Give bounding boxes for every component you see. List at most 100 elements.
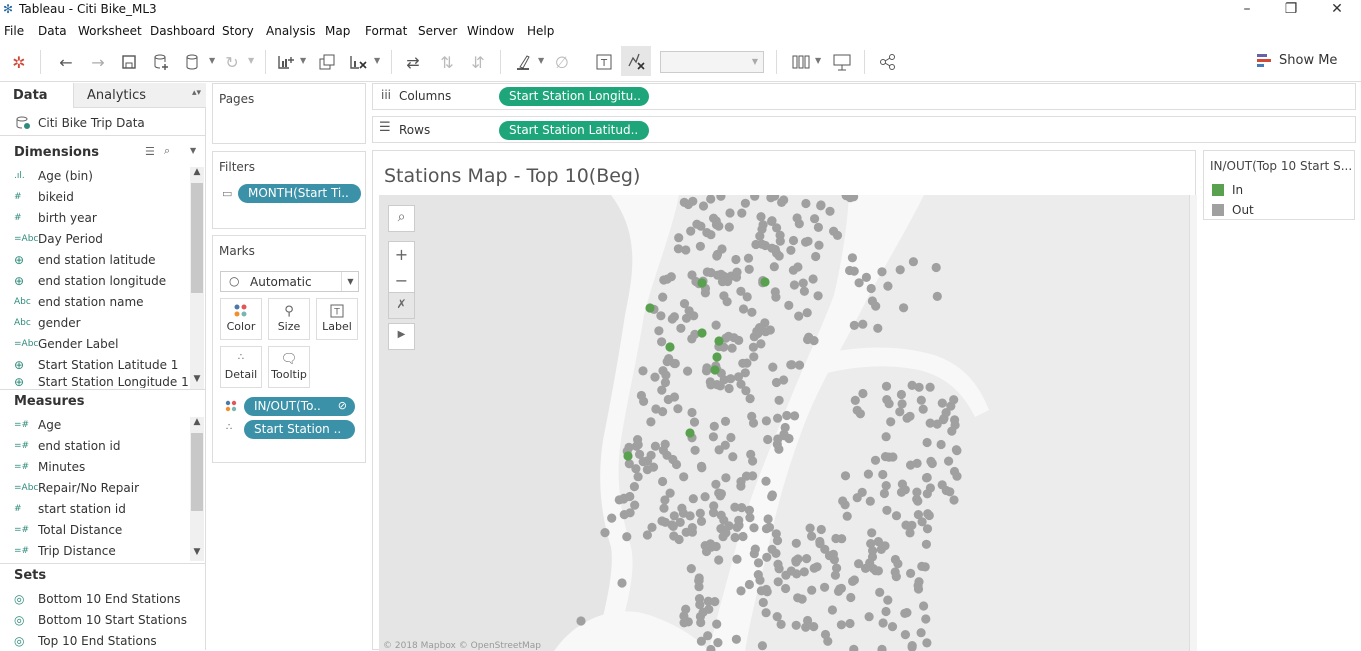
station-mark[interactable]	[809, 563, 819, 573]
station-mark[interactable]	[696, 516, 707, 526]
station-mark[interactable]	[852, 405, 862, 415]
zoom-in-button[interactable]: +	[389, 242, 414, 269]
station-mark[interactable]	[760, 277, 770, 287]
station-mark[interactable]	[830, 570, 840, 580]
station-mark[interactable]	[743, 253, 754, 263]
station-mark[interactable]	[689, 417, 700, 427]
station-mark[interactable]	[945, 487, 955, 497]
station-mark[interactable]	[688, 196, 698, 206]
station-mark[interactable]	[772, 612, 782, 622]
station-mark[interactable]	[658, 292, 668, 302]
station-mark[interactable]	[660, 439, 670, 449]
station-mark[interactable]	[687, 407, 697, 418]
station-mark[interactable]	[767, 216, 777, 226]
station-mark[interactable]	[871, 566, 881, 576]
menu-server[interactable]: Server	[418, 24, 457, 38]
station-mark[interactable]	[710, 365, 720, 375]
station-mark[interactable]	[947, 426, 957, 436]
station-mark[interactable]	[906, 460, 916, 470]
station-mark[interactable]	[658, 476, 668, 487]
station-mark[interactable]	[916, 395, 926, 405]
station-mark[interactable]	[836, 620, 846, 630]
station-mark[interactable]	[753, 558, 764, 568]
station-mark[interactable]	[662, 357, 672, 367]
menu-window[interactable]: Window	[467, 24, 514, 38]
station-mark[interactable]	[736, 481, 746, 491]
station-mark[interactable]	[832, 230, 843, 240]
station-mark[interactable]	[860, 563, 871, 573]
station-mark[interactable]	[719, 291, 729, 301]
marks-pill-inout[interactable]: IN/OUT(To.. ⊘	[244, 397, 355, 416]
station-mark[interactable]	[711, 320, 721, 330]
station-mark[interactable]	[878, 618, 888, 628]
station-mark[interactable]	[788, 235, 799, 246]
station-mark[interactable]	[890, 554, 900, 565]
station-mark[interactable]	[791, 556, 801, 566]
station-mark[interactable]	[685, 428, 695, 438]
station-mark[interactable]	[764, 522, 775, 532]
station-mark[interactable]	[716, 510, 726, 520]
fit-dropdown[interactable]: ▼	[660, 51, 764, 73]
station-mark[interactable]	[771, 529, 781, 539]
station-mark[interactable]	[714, 555, 724, 565]
station-mark[interactable]	[660, 377, 670, 388]
show-me-button[interactable]: Show Me	[1279, 53, 1337, 68]
station-mark[interactable]	[697, 328, 707, 338]
station-mark[interactable]	[706, 542, 716, 552]
station-mark[interactable]	[747, 307, 757, 317]
color-legend[interactable]: IN/OUT(Top 10 Start S... In Out	[1203, 150, 1355, 220]
station-mark[interactable]	[763, 514, 773, 524]
station-mark[interactable]	[679, 618, 689, 628]
filters-card[interactable]: Filters ▭ MONTH(Start Ti..	[212, 151, 366, 229]
station-mark[interactable]	[919, 601, 929, 611]
station-mark[interactable]	[673, 244, 683, 254]
station-mark[interactable]	[720, 416, 731, 426]
station-mark[interactable]	[867, 552, 878, 562]
station-mark[interactable]	[761, 416, 771, 426]
station-mark[interactable]	[646, 417, 656, 427]
station-mark[interactable]	[926, 456, 936, 466]
station-mark[interactable]	[809, 336, 819, 346]
station-mark[interactable]	[798, 278, 808, 288]
station-mark[interactable]	[845, 618, 855, 629]
station-mark[interactable]	[906, 568, 916, 578]
station-mark[interactable]	[683, 366, 693, 376]
station-mark[interactable]	[724, 222, 734, 232]
map-toolbar-expand-icon[interactable]: ▶	[388, 323, 415, 350]
station-mark[interactable]	[808, 274, 818, 284]
marks-color-button[interactable]: Color	[220, 298, 262, 340]
station-mark[interactable]	[767, 491, 777, 502]
station-mark[interactable]	[732, 267, 742, 277]
station-mark[interactable]	[650, 372, 660, 382]
legend-item-in[interactable]: In	[1212, 183, 1243, 197]
station-mark[interactable]	[782, 410, 792, 421]
station-mark[interactable]	[791, 538, 801, 548]
station-mark[interactable]	[769, 262, 779, 272]
station-mark[interactable]	[706, 268, 716, 278]
station-mark[interactable]	[802, 308, 812, 318]
station-mark[interactable]	[688, 494, 698, 504]
station-mark[interactable]	[731, 254, 741, 265]
station-mark[interactable]	[749, 549, 759, 559]
station-mark[interactable]	[864, 612, 874, 622]
station-mark[interactable]	[784, 300, 794, 310]
menu-data[interactable]: Data	[38, 24, 67, 38]
station-mark[interactable]	[799, 567, 809, 577]
new-datasource-icon[interactable]	[150, 51, 172, 73]
station-mark[interactable]	[617, 578, 627, 588]
station-mark[interactable]	[645, 303, 655, 313]
station-mark[interactable]	[686, 564, 696, 574]
station-mark[interactable]	[768, 362, 778, 372]
station-mark[interactable]	[803, 236, 813, 246]
station-mark[interactable]	[881, 432, 891, 442]
station-mark[interactable]	[886, 417, 896, 427]
maximize-button[interactable]: ❐	[1281, 1, 1301, 17]
station-mark[interactable]	[937, 398, 947, 408]
scroll-down-icon[interactable]: ▼	[190, 547, 204, 561]
list-item[interactable]: ⊕ Start Station Latitude 1	[14, 354, 190, 375]
station-mark[interactable]	[697, 278, 707, 288]
station-mark[interactable]	[861, 272, 871, 282]
station-mark[interactable]	[784, 433, 794, 444]
tab-data[interactable]: Data	[0, 83, 73, 108]
marks-detail-button[interactable]: ∴ Detail	[220, 346, 262, 388]
